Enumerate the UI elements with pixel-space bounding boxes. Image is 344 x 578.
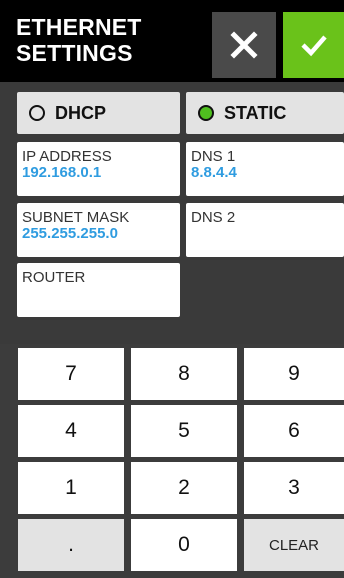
dhcp-radio[interactable]: DHCP [17, 92, 180, 134]
clear-button[interactable]: CLEAR [244, 519, 344, 571]
subnet-mask-value: 255.255.255.0 [22, 225, 118, 242]
radio-unselected-icon [29, 105, 45, 121]
dns2-label: DNS 2 [191, 209, 236, 226]
numeric-keypad: 7 8 9 4 5 6 1 2 3 . 0 CLEAR [0, 344, 344, 578]
network-settings-panel: DHCP STATIC IP ADDRESS 192.168.0.1 DNS 1… [0, 82, 344, 344]
dhcp-label: DHCP [55, 102, 107, 123]
key-7[interactable]: 7 [18, 348, 124, 400]
key-4[interactable]: 4 [18, 405, 124, 457]
close-icon [230, 31, 258, 59]
router-field[interactable]: ROUTER [17, 263, 180, 317]
key-1[interactable]: 1 [18, 462, 124, 514]
key-2[interactable]: 2 [131, 462, 237, 514]
ip-address-label: IP ADDRESS [22, 148, 112, 165]
dns1-field[interactable]: DNS 1 8.8.4.4 [186, 142, 344, 196]
key-0[interactable]: 0 [131, 519, 237, 571]
router-label: ROUTER [22, 269, 86, 286]
key-9[interactable]: 9 [244, 348, 344, 400]
header: ETHERNET SETTINGS [0, 0, 344, 82]
key-8[interactable]: 8 [131, 348, 237, 400]
ip-address-value: 192.168.0.1 [22, 164, 102, 181]
static-radio[interactable]: STATIC [186, 92, 344, 134]
title-line-1: ETHERNET [16, 14, 142, 40]
radio-selected-icon [198, 105, 214, 121]
confirm-button[interactable] [283, 12, 344, 78]
key-5[interactable]: 5 [131, 405, 237, 457]
page-title: ETHERNET SETTINGS [16, 14, 142, 66]
dns1-value: 8.8.4.4 [191, 164, 237, 181]
key-6[interactable]: 6 [244, 405, 344, 457]
static-label: STATIC [224, 102, 287, 123]
check-icon [300, 35, 327, 57]
title-line-2: SETTINGS [16, 40, 133, 66]
subnet-mask-field[interactable]: SUBNET MASK 255.255.255.0 [17, 203, 180, 257]
subnet-mask-label: SUBNET MASK [22, 209, 130, 226]
dns1-label: DNS 1 [191, 148, 236, 165]
cancel-button[interactable] [212, 12, 276, 78]
key-3[interactable]: 3 [244, 462, 344, 514]
dns2-field[interactable]: DNS 2 [186, 203, 344, 257]
ip-address-field[interactable]: IP ADDRESS 192.168.0.1 [17, 142, 180, 196]
key-dot[interactable]: . [18, 519, 124, 571]
